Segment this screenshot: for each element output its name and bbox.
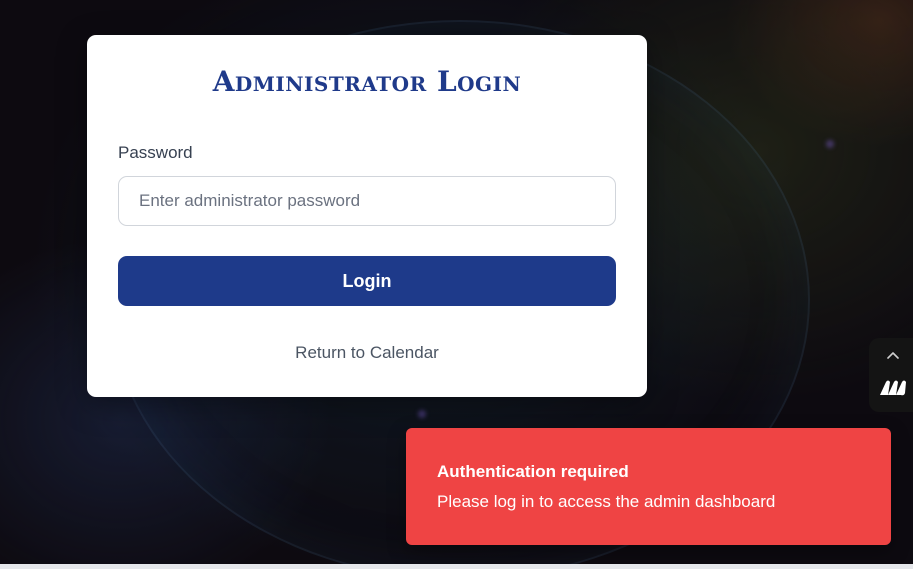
side-widget: [869, 338, 913, 412]
password-input[interactable]: [118, 176, 616, 226]
login-card: Administrator Login Password Login Retur…: [87, 35, 647, 397]
brand-logo-icon[interactable]: [878, 378, 910, 398]
bottom-edge-strip: [0, 564, 913, 569]
password-label: Password: [118, 143, 193, 162]
return-to-calendar-link[interactable]: Return to Calendar: [87, 343, 647, 363]
toast-title: Authentication required: [437, 462, 629, 481]
toast-notification: Authentication required Please log in to…: [406, 428, 891, 545]
chevron-up-icon[interactable]: [885, 349, 901, 363]
background-glow-dot: [418, 410, 426, 418]
background-glow-dot: [826, 140, 834, 148]
login-button[interactable]: Login: [118, 256, 616, 306]
toast-message: Please log in to access the admin dashbo…: [437, 492, 776, 511]
page-title: Administrator Login: [212, 65, 522, 98]
